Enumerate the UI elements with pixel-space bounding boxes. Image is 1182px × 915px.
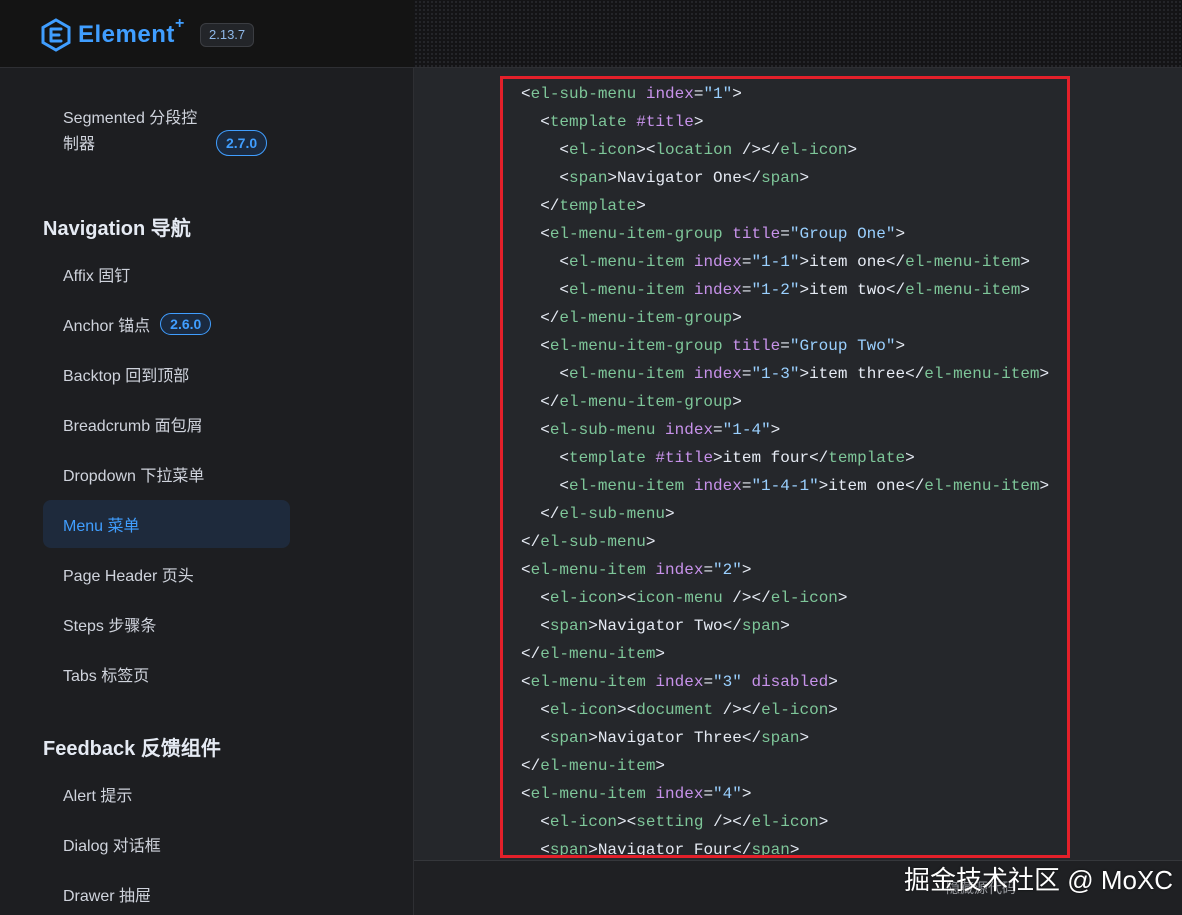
sidebar-item-label: Anchor 锚点 xyxy=(63,318,151,335)
logo-plus: + xyxy=(175,15,185,32)
sidebar-item-label: Dialog 对话框 xyxy=(63,838,161,855)
code-line: </el-sub-menu> xyxy=(540,505,675,523)
code-line: <el-icon><location /></el-icon> xyxy=(559,141,858,159)
sidebar-item-segmented[interactable]: Segmented 分段控制器 xyxy=(63,110,213,158)
code-line: <el-menu-item index="1-2">item two</el-m… xyxy=(559,281,1030,299)
code-line: <el-icon><icon-menu /></el-icon> xyxy=(540,589,848,607)
code-line: <el-menu-item index="1-1">item one</el-m… xyxy=(559,253,1030,271)
group-title-navigation: Navigation 导航 xyxy=(43,218,191,240)
sidebar-item-backtop[interactable]: Backtop 回到顶部 xyxy=(43,350,290,398)
sidebar-item-label: Menu 菜单 xyxy=(63,518,140,535)
code-line: </el-menu-item-group> xyxy=(540,393,742,411)
sidebar-item-drawer[interactable]: Drawer 抽屉 xyxy=(43,870,290,915)
code-line: <el-menu-item index="4"> xyxy=(521,785,752,803)
sidebar-item-label: Alert 提示 xyxy=(63,788,133,805)
sidebar-item-label: Page Header 页头 xyxy=(63,568,194,585)
code-line: <span>Navigator One</span> xyxy=(559,169,810,187)
code-block: <el-sub-menu index="1"> <template #title… xyxy=(414,68,1182,860)
code-line: <el-menu-item index="1-4-1">item one</el… xyxy=(559,477,1050,495)
logo-text: Element + xyxy=(78,15,185,48)
code-line: <el-sub-menu index="1-4"> xyxy=(540,421,781,439)
code-line: </el-menu-item> xyxy=(521,757,666,775)
code-line: <el-menu-item-group title="Group Two"> xyxy=(540,337,906,355)
sidebar-item-anchor[interactable]: Anchor 锚点 2.6.0 xyxy=(43,300,290,348)
code-line: </el-menu-item> xyxy=(521,645,666,663)
sidebar-item-dialog[interactable]: Dialog 对话框 xyxy=(43,820,290,868)
code-line: <span>Navigator Two</span> xyxy=(540,617,790,635)
code-line: <span>Navigator Four</span> xyxy=(540,841,800,859)
version-badge: 2.7.0 xyxy=(216,130,268,156)
code-line: <el-icon><document /></el-icon> xyxy=(540,701,838,719)
code-line: </el-menu-item-group> xyxy=(540,309,742,327)
code-line: </el-sub-menu> xyxy=(521,533,656,551)
sidebar-item-label: Affix 固钉 xyxy=(63,268,131,285)
sidebar-item-tabs[interactable]: Tabs 标签页 xyxy=(43,650,290,698)
sidebar-item-label: Breadcrumb 面包屑 xyxy=(63,418,203,435)
sidebar-item-affix[interactable]: Affix 固钉 xyxy=(43,250,290,298)
sidebar-item-label: Steps 步骤条 xyxy=(63,618,157,635)
code-line: <el-menu-item index="1-3">item three</el… xyxy=(559,365,1050,383)
code-line: <template #title> xyxy=(540,113,704,131)
code-line: <el-sub-menu index="1"> xyxy=(521,85,742,103)
sidebar-item-alert[interactable]: Alert 提示 xyxy=(43,770,290,818)
group-title-feedback: Feedback 反馈组件 xyxy=(43,738,221,760)
element-plus-logo[interactable]: Element + xyxy=(40,15,185,52)
element-hexagon-icon xyxy=(41,18,71,52)
code-line: <el-icon><setting /></el-icon> xyxy=(540,813,829,831)
sidebar-item-breadcrumb[interactable]: Breadcrumb 面包屑 xyxy=(43,400,290,448)
code-line: <span>Navigator Three</span> xyxy=(540,729,810,747)
sidebar-item-label: Backtop 回到顶部 xyxy=(63,368,190,385)
sidebar: Segmented 分段控制器 2.7.0 Navigation 导航 Affi… xyxy=(0,68,414,915)
watermark: 掘金技术社区 @ MoXC xyxy=(904,865,1174,895)
sidebar-item-label: Dropdown 下拉菜单 xyxy=(63,468,205,485)
sidebar-item-label: Tabs 标签页 xyxy=(63,668,150,685)
sidebar-item-steps[interactable]: Steps 步骤条 xyxy=(43,600,290,648)
version-tag[interactable]: 2.13.7 xyxy=(200,23,255,47)
sidebar-item-page-header[interactable]: Page Header 页头 xyxy=(43,550,290,598)
code-line: <el-menu-item index="2"> xyxy=(521,561,752,579)
version-badge: 2.6.0 xyxy=(160,313,212,335)
sidebar-item-dropdown[interactable]: Dropdown 下拉菜单 xyxy=(43,450,290,498)
code-line: <template #title>item four</template> xyxy=(559,449,915,467)
code-line: <el-menu-item-group title="Group One"> xyxy=(540,225,906,243)
sidebar-item-menu[interactable]: Menu 菜单 xyxy=(43,500,290,548)
sidebar-item-label: Drawer 抽屉 xyxy=(63,888,152,905)
code-line: <el-menu-item index="3" disabled> xyxy=(521,673,838,691)
header-dotted-area xyxy=(414,0,1182,67)
code-line: </template> xyxy=(540,197,646,215)
sidebar-item-label: Segmented 分段控制器 xyxy=(63,110,198,153)
